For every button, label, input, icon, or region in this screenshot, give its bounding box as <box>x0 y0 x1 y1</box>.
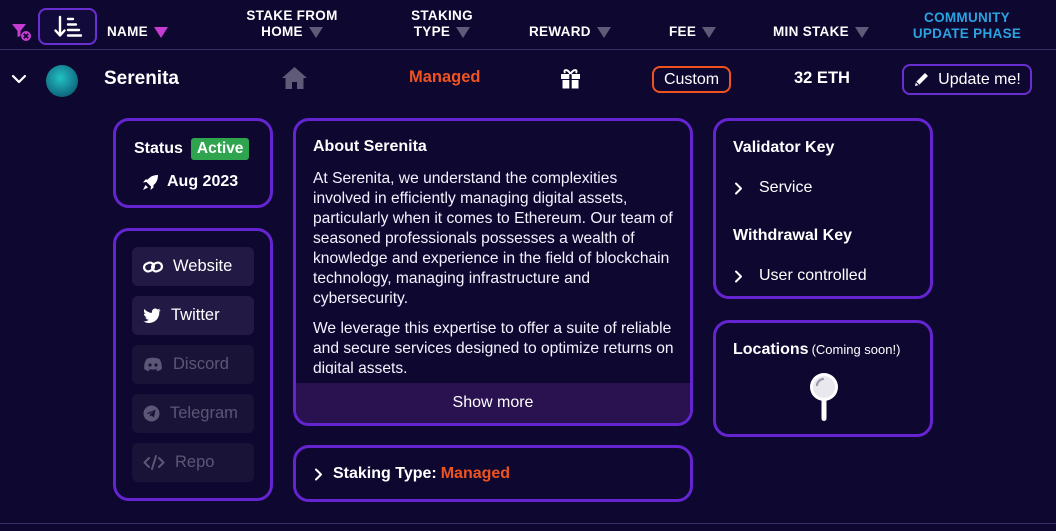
filter-icon <box>854 26 869 38</box>
locations-card: Locations (Coming soon!) <box>713 320 933 437</box>
fee-badge: Custom <box>652 66 731 93</box>
locations-title: Locations (Coming soon!) <box>733 341 901 358</box>
chevron-down-icon[interactable] <box>11 73 27 85</box>
twitter-icon <box>143 308 161 323</box>
col-name[interactable]: NAME <box>107 24 168 40</box>
rocket-icon <box>143 174 158 190</box>
validator-key-item[interactable]: Service <box>734 179 812 197</box>
col-fee[interactable]: FEE <box>669 24 717 40</box>
about-card: About Serenita At Serenita, we understan… <box>293 118 693 426</box>
repo-link: Repo <box>132 443 254 482</box>
filter-clear-icon[interactable] <box>12 24 32 42</box>
twitter-link[interactable]: Twitter <box>132 296 254 335</box>
filter-icon <box>308 26 323 38</box>
withdrawal-key-title: Withdrawal Key <box>733 227 852 244</box>
about-text: At Serenita, we understand the complexit… <box>313 170 674 374</box>
filter-icon <box>596 26 611 38</box>
discord-icon <box>144 357 162 372</box>
pencil-icon <box>915 73 929 86</box>
website-link[interactable]: Website <box>132 247 254 286</box>
chevron-right-icon <box>735 270 742 282</box>
col-min-stake[interactable]: MIN STAKE <box>773 24 869 40</box>
validator-key-title: Validator Key <box>733 139 835 156</box>
col-reward[interactable]: REWARD <box>529 24 611 40</box>
sort-button[interactable] <box>38 8 97 45</box>
update-me-button[interactable]: Update me! <box>902 64 1032 95</box>
col-community-update-phase[interactable]: COMMUNITY UPDATE PHASE <box>906 10 1028 42</box>
operator-logo <box>46 65 78 97</box>
staking-type-detail-value: Managed <box>440 465 511 482</box>
row-divider <box>0 523 1056 524</box>
keys-card: Validator Key Service Withdrawal Key Use… <box>713 118 933 299</box>
staking-type-value: Managed <box>409 68 481 86</box>
filter-icon <box>702 26 717 38</box>
home-icon <box>282 67 307 89</box>
code-icon <box>143 455 165 470</box>
filter-active-icon <box>153 26 168 38</box>
min-stake-value: 32 ETH <box>794 69 850 87</box>
status-card: Status Active Aug 2023 <box>113 118 273 208</box>
staking-type-card[interactable]: Staking Type: Managed <box>293 445 693 502</box>
table-header: NAME STAKE FROM HOME STAKING TYPE REWARD… <box>0 0 1056 50</box>
launch-date: Aug 2023 <box>167 173 239 190</box>
withdrawal-key-item[interactable]: User controlled <box>734 267 867 285</box>
map-pin-icon <box>810 373 838 421</box>
chevron-right-icon <box>315 468 322 480</box>
status-label: Status <box>134 140 183 157</box>
links-card: Website Twitter Discord Telegram Repo <box>113 228 273 501</box>
staking-type-label: Staking Type: <box>333 465 437 482</box>
gift-icon <box>561 69 580 89</box>
sort-descending-icon <box>53 15 82 37</box>
about-title: About Serenita <box>313 138 427 155</box>
discord-link: Discord <box>132 345 254 384</box>
operator-name: Serenita <box>104 68 179 89</box>
telegram-icon <box>143 405 160 422</box>
link-icon <box>143 260 163 273</box>
show-more-button[interactable]: Show more <box>296 383 690 423</box>
status-badge: Active <box>190 138 250 160</box>
col-stake-from-home[interactable]: STAKE FROM HOME <box>232 8 352 40</box>
col-staking-type[interactable]: STAKING TYPE <box>392 8 492 40</box>
table-row[interactable]: Serenita Managed Custom 32 ETH Update me… <box>0 51 1056 107</box>
filter-icon <box>456 26 471 38</box>
chevron-right-icon <box>735 182 742 194</box>
telegram-link: Telegram <box>132 394 254 433</box>
